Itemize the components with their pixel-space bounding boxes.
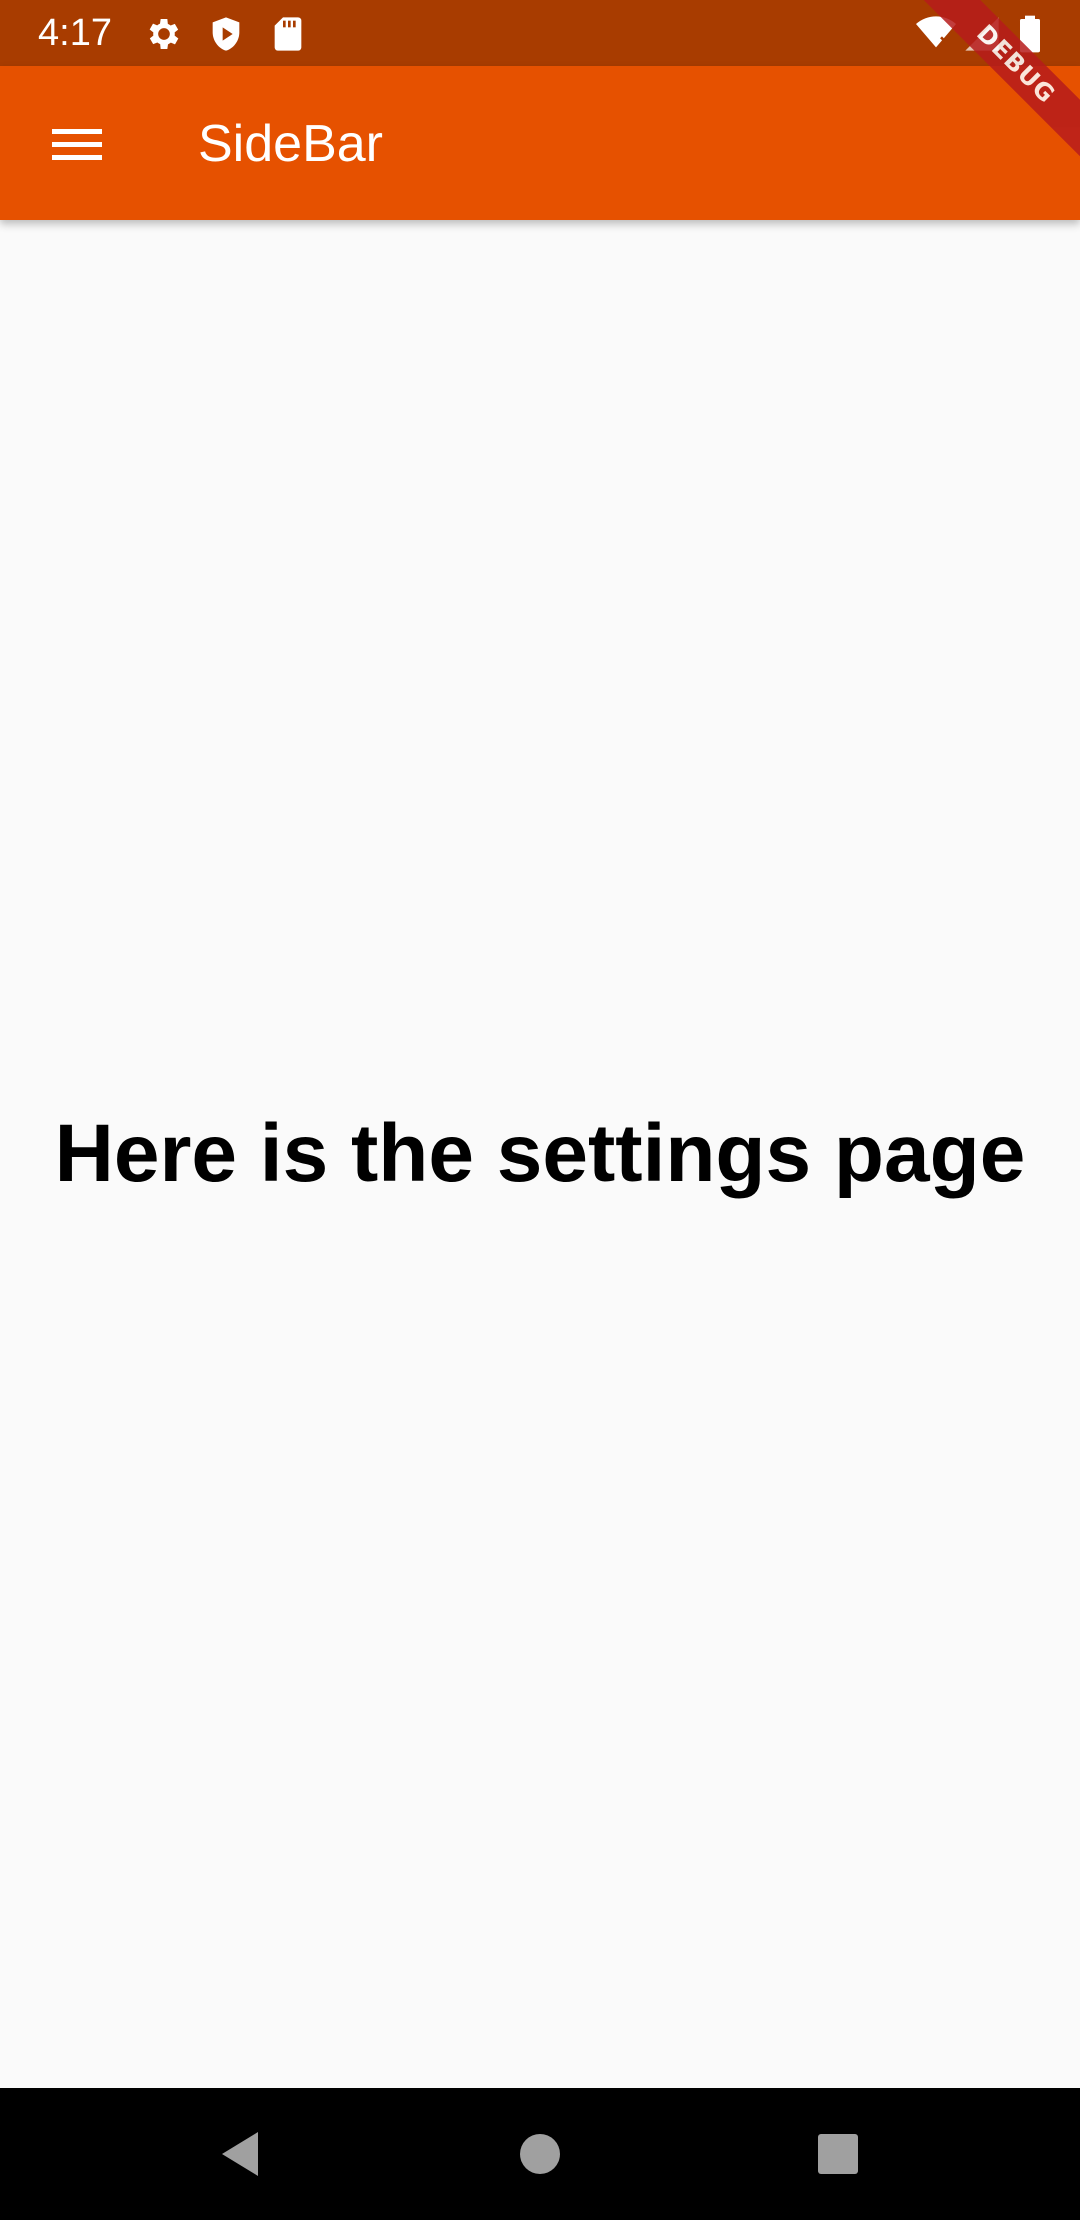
- app-bar: SideBar: [0, 66, 1080, 220]
- back-icon[interactable]: [212, 2124, 272, 2184]
- navigation-bar: [0, 2088, 1080, 2220]
- page-heading: Here is the settings page: [54, 1108, 1026, 1199]
- settings-icon: [144, 14, 184, 54]
- app-title: SideBar: [198, 115, 383, 173]
- main-content: Here is the settings page: [0, 220, 1080, 2088]
- status-time: 4:17: [38, 12, 112, 54]
- menu-icon: [34, 129, 120, 183]
- shield-play-icon: [206, 14, 246, 54]
- recents-icon[interactable]: [808, 2124, 868, 2184]
- sd-card-icon: [268, 14, 308, 54]
- screen: 4:17 DEBUG SideBar Here is the settings …: [0, 0, 1080, 2220]
- status-bar: 4:17: [0, 0, 1080, 66]
- menu-button[interactable]: [34, 109, 120, 179]
- home-icon[interactable]: [510, 2124, 570, 2184]
